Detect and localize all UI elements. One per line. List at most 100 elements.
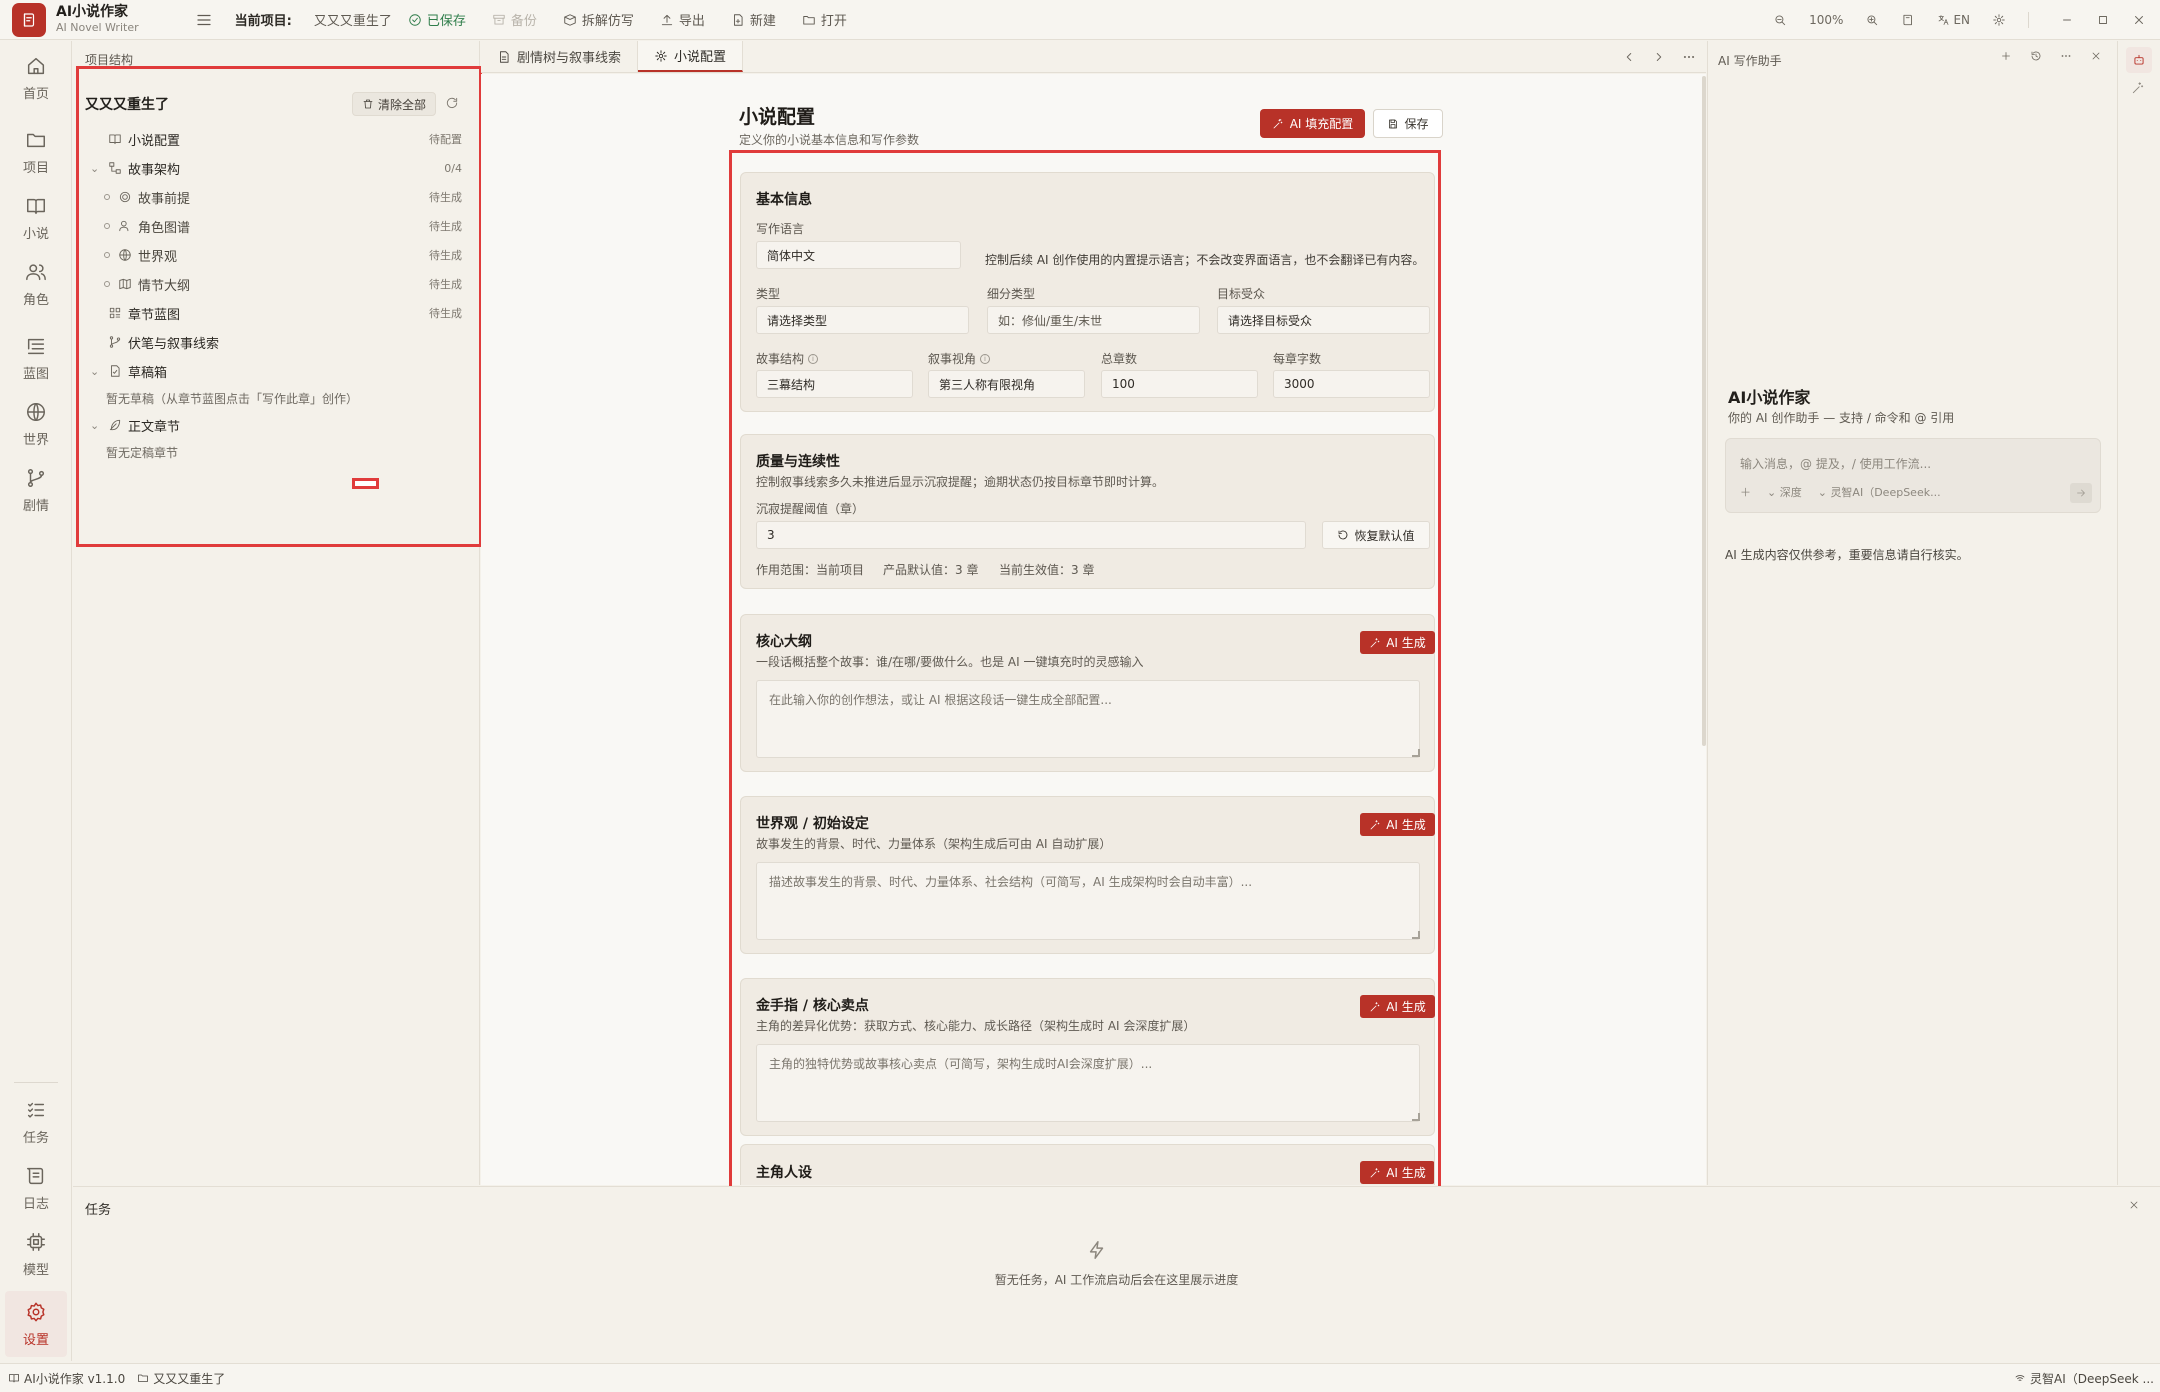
cpu-chip-icon [27,1233,45,1251]
status-app-version: AI小说作家 v1.1.0 [8,1370,125,1387]
send-icon[interactable] [2070,483,2092,503]
save-icon [1389,119,1398,128]
wifi-icon [2015,1375,2025,1381]
chat-input[interactable]: 输入消息，@ 提及，/ 使用工作流... ＋ ⌄ 深度 ⌄ 灵智AI（DeepS… [1725,438,2101,513]
chevron-left-icon[interactable] [1622,50,1636,64]
current-project-label: 当前项目: [234,14,292,29]
list-tree-icon [27,338,45,355]
current-project-name[interactable]: 又又又重生了 [314,10,392,29]
plus-icon[interactable] [2000,50,2012,62]
gear-icon [655,49,667,62]
git-branch-icon [27,469,45,487]
nav-blueprint[interactable]: 蓝图 [0,335,72,382]
app-subtitle: AI Novel Writer [56,20,139,34]
status-project[interactable]: 又又又重生了 [137,1370,225,1387]
open-book-icon [27,198,45,215]
nav-log[interactable]: 日志 [0,1165,72,1212]
more-icon[interactable] [2060,50,2072,62]
nav-world[interactable]: 世界 [0,401,72,448]
deconstruct-button[interactable]: 拆解仿写 [563,10,634,29]
highlight-box-config [729,150,1441,1206]
chat-options: ＋ ⌄ 深度 ⌄ 灵智AI（DeepSeek... [1740,484,1941,500]
scroll-icon [27,1167,44,1185]
backup-button[interactable]: 备份 [492,10,537,29]
page-subtitle: 定义你的小说基本信息和写作参数 [739,133,920,147]
model-select[interactable]: ⌄ 灵智AI（DeepSeek... [1818,484,1941,500]
book-icon [9,1374,19,1383]
status-model[interactable]: 灵智AI（DeepSeek ... [2014,1370,2154,1387]
assistant-subtitle: 你的 AI 创作助手 — 支持 / 命令和 @ 引用 [1728,411,1955,425]
nav-home[interactable]: 首页 [0,55,72,102]
nav-project[interactable]: 项目 [0,129,72,176]
window-controls: 100% EN [1773,0,2146,40]
status-bar: AI小说作家 v1.1.0 又又又重生了 灵智AI（DeepSeek ... [0,1363,2160,1392]
language-toggle[interactable]: EN [1937,13,1970,27]
highlight-marker [352,478,379,489]
chat-placeholder: 输入消息，@ 提及，/ 使用工作流... [1740,457,1932,471]
book-icon[interactable] [1901,13,1915,27]
nav-model[interactable]: 模型 [0,1231,72,1278]
lightning-icon [1086,1239,1108,1261]
sparkle-icon[interactable] [2131,81,2145,95]
task-list-icon [27,1102,45,1118]
saved-status: 已保存 [408,10,466,29]
tab-novel-config[interactable]: 小说配置 [638,41,744,72]
nav-settings[interactable]: 设置 [5,1291,67,1357]
nav-plot[interactable]: 剧情 [0,467,72,514]
nav-novel[interactable]: 小说 [0,195,72,242]
zoom-out-icon[interactable] [1773,13,1787,27]
close-icon[interactable] [2128,1199,2140,1211]
new-button[interactable]: 新建 [731,10,776,29]
highlight-box-tree [76,66,482,547]
assistant-disclaimer: AI 生成内容仅供参考，重要信息请自行核实。 [1725,548,1969,562]
folder-open-icon [803,15,815,25]
export-button[interactable]: 导出 [660,10,705,29]
users-icon [26,264,46,281]
bot-icon[interactable] [2126,47,2152,73]
folder-icon [138,1374,149,1382]
chevron-right-icon[interactable] [1652,50,1666,64]
history-icon[interactable] [2030,50,2042,62]
ai-fill-config-button[interactable]: AI 填充配置 [1260,109,1365,138]
maximize-icon[interactable] [2096,13,2110,27]
zoom-in-icon[interactable] [1865,13,1879,27]
ai-assistant-panel: AI 写作助手 AI小说作家 你的 AI 创作助手 — 支持 / 命令和 @ 引… [1707,41,2116,1185]
tree-header: 项目结构 [85,53,134,67]
tab-plot-tree[interactable]: 剧情树与叙事线索 [481,41,639,72]
title-bar: AI小说作家 AI Novel Writer 当前项目: 又又又重生了 已保存 … [0,0,2160,40]
close-icon[interactable] [2090,50,2102,62]
editor-tabs: 剧情树与叙事线索 小说配置 [481,41,1706,73]
archive-icon [493,14,505,25]
file-icon [500,50,509,63]
new-file-icon [733,13,743,26]
close-window-icon[interactable] [2132,13,2146,27]
scrollbar[interactable] [1702,76,1706,746]
task-panel-title: 任务 [85,1203,112,1218]
task-panel: 任务 暂无任务，AI 工作流启动后会在这里展示进度 [73,1186,2160,1362]
check-circle-icon [409,13,421,26]
sparkle-wand-icon [1273,118,1283,128]
open-button[interactable]: 打开 [802,10,847,29]
assistant-title: AI小说作家 [1728,388,1811,407]
translate-icon [1939,15,1949,25]
minimize-icon[interactable] [2060,13,2074,27]
app-name: AI小说作家 AI Novel Writer [56,4,139,35]
nav-tasks[interactable]: 任务 [0,1099,72,1146]
upload-icon [661,14,673,25]
save-button[interactable]: 保存 [1373,109,1443,138]
settings-gear-icon[interactable] [1992,13,2006,27]
zoom-level: 100% [1809,13,1844,27]
assistant-header: AI 写作助手 [1718,54,1782,68]
attach-plus-icon[interactable]: ＋ [1740,484,1751,500]
left-nav-rail: 首页 项目 小说 角色 蓝图 世界 剧情 任务 日志 模型 设置 [0,41,72,1361]
app-logo-icon [12,2,46,37]
nav-character[interactable]: 角色 [0,261,72,308]
right-strip [2117,41,2160,1185]
globe-icon [27,403,45,421]
task-empty-text: 暂无任务，AI 工作流启动后会在这里展示进度 [994,1273,1239,1287]
depth-toggle[interactable]: ⌄ 深度 [1767,484,1802,500]
assistant-toolbar [2000,50,2102,62]
menu-icon[interactable] [195,11,213,29]
more-icon[interactable] [1682,50,1696,64]
settings-icon [27,1302,45,1321]
